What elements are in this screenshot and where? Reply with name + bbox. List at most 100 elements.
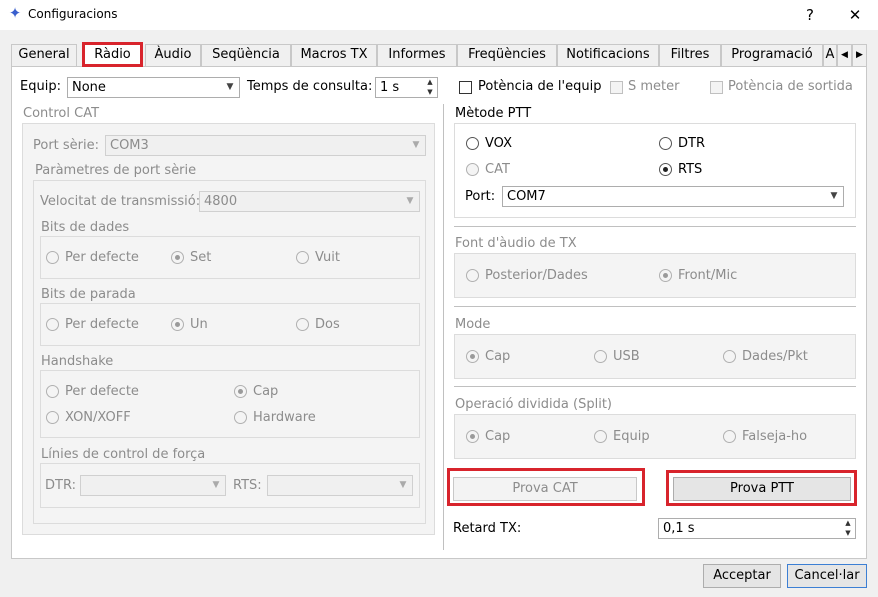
app-logo-icon: ✦ [8, 4, 22, 22]
tx-delay-spinner[interactable]: 0,1 s ▲ ▼ [658, 518, 856, 539]
equip-select[interactable]: None ▼ [67, 77, 240, 98]
poll-label: Temps de consulta: [247, 79, 373, 94]
split-rig-label: Equip [613, 429, 650, 444]
baud-select[interactable]: 4800 ▼ [199, 191, 420, 212]
stop-bits-one-radio[interactable] [171, 318, 184, 331]
separator [454, 386, 856, 387]
power-checkbox[interactable] [459, 81, 472, 94]
output-power-label: Potència de sortida [728, 79, 853, 94]
data-bits-eight-label: Vuit [315, 250, 340, 265]
tab-scroll-left-icon[interactable]: ◀ [837, 44, 852, 66]
tab-reports[interactable]: Informes [377, 44, 457, 66]
column-divider [443, 104, 444, 550]
baud-label: Velocitat de transmissió: [40, 194, 201, 209]
handshake-hardware-label: Hardware [253, 410, 316, 425]
spin-down-icon[interactable]: ▼ [841, 529, 855, 538]
ptt-vox-label: VOX [485, 136, 512, 151]
tab-filters[interactable]: Filtres [659, 44, 721, 66]
handshake-none-radio[interactable] [234, 385, 247, 398]
data-bits-eight-radio[interactable] [296, 251, 309, 264]
chevron-down-icon: ▼ [212, 480, 220, 490]
tab-audio[interactable]: Àudio [145, 44, 201, 66]
handshake-default-label: Per defecte [65, 384, 139, 399]
data-bits-title: Bits de dades [41, 220, 130, 235]
cancel-button[interactable]: Cancel·lar [787, 564, 867, 588]
mode-data-radio[interactable] [723, 350, 736, 363]
dtr-select[interactable]: ▼ [80, 475, 226, 496]
rts-label: RTS: [233, 478, 262, 493]
tab-sequence[interactable]: Seqüència [201, 44, 291, 66]
ptt-dtr-label: DTR [678, 136, 705, 151]
tab-radio[interactable]: Ràdio [82, 42, 143, 67]
split-none-radio[interactable] [466, 430, 479, 443]
split-none-label: Cap [485, 429, 511, 444]
rts-select[interactable]: ▼ [267, 475, 413, 496]
tab-notifications[interactable]: Notificacions [557, 44, 659, 66]
handshake-title: Handshake [41, 354, 114, 369]
ptt-port-select[interactable]: COM7 ▼ [502, 186, 844, 207]
tab-scheduling[interactable]: Programació [721, 44, 823, 66]
tab-macros-tx[interactable]: Macros TX [291, 44, 377, 66]
chevron-down-icon: ▼ [412, 140, 420, 150]
handshake-xonxoff-label: XON/XOFF [65, 410, 131, 425]
power-label: Potència de l'equip [478, 79, 602, 94]
split-rig-radio[interactable] [594, 430, 607, 443]
ptt-vox-radio[interactable] [466, 137, 479, 150]
tab-general[interactable]: General [11, 44, 77, 66]
data-bits-seven-radio[interactable] [171, 251, 184, 264]
handshake-default-radio[interactable] [46, 385, 59, 398]
chevron-down-icon: ▼ [226, 82, 234, 92]
split-fake-radio[interactable] [723, 430, 736, 443]
mode-usb-label: USB [613, 349, 640, 364]
audio-source-title: Font d'àudio de TX [455, 236, 577, 251]
ptt-dtr-radio[interactable] [659, 137, 672, 150]
audio-front-radio[interactable] [659, 269, 672, 282]
cat-group-title: Control CAT [23, 106, 100, 121]
poll-interval-spinner[interactable]: 1 s ▲ ▼ [375, 77, 438, 98]
stop-bits-two-radio[interactable] [296, 318, 309, 331]
stop-bits-two-label: Dos [315, 317, 340, 332]
separator [454, 226, 856, 227]
audio-rear-radio[interactable] [466, 269, 479, 282]
mode-none-radio[interactable] [466, 350, 479, 363]
stop-bits-default-label: Per defecte [65, 317, 139, 332]
title-bar [0, 0, 878, 30]
tx-delay-label: Retard TX: [453, 521, 522, 536]
ptt-cat-radio[interactable] [466, 163, 479, 176]
separator [454, 306, 856, 307]
data-bits-default-radio[interactable] [46, 251, 59, 264]
test-cat-button[interactable]: Prova CAT [453, 477, 637, 501]
chevron-down-icon: ▼ [830, 191, 838, 201]
equip-label: Equip: [20, 79, 61, 94]
spin-up-icon[interactable]: ▲ [423, 78, 437, 87]
ok-button[interactable]: Acceptar [703, 564, 781, 588]
handshake-hardware-radio[interactable] [234, 411, 247, 424]
tab-partial[interactable]: A [823, 44, 837, 66]
spin-down-icon[interactable]: ▼ [423, 88, 437, 97]
ptt-rts-radio[interactable] [659, 163, 672, 176]
tab-frequencies[interactable]: Freqüències [457, 44, 557, 66]
spin-up-icon[interactable]: ▲ [841, 519, 855, 528]
serial-port-label: Port sèrie: [33, 138, 100, 153]
smeter-checkbox[interactable] [610, 81, 623, 94]
tab-scroll-right-icon[interactable]: ▶ [852, 44, 867, 66]
serial-params-title: Paràmetres de port sèrie [35, 163, 197, 178]
handshake-none-label: Cap [253, 384, 279, 399]
audio-front-label: Front/Mic [678, 268, 738, 283]
ptt-cat-label: CAT [485, 162, 510, 177]
handshake-group [40, 370, 420, 438]
chevron-down-icon: ▼ [399, 480, 407, 490]
handshake-xonxoff-radio[interactable] [46, 411, 59, 424]
mode-usb-radio[interactable] [594, 350, 607, 363]
stop-bits-one-label: Un [190, 317, 208, 332]
mode-none-label: Cap [485, 349, 511, 364]
data-bits-default-label: Per defecte [65, 250, 139, 265]
output-power-checkbox[interactable] [710, 81, 723, 94]
stop-bits-title: Bits de parada [41, 287, 136, 302]
close-button[interactable]: ✕ [841, 4, 869, 26]
split-fake-label: Falseja-ho [742, 429, 808, 444]
help-button[interactable]: ? [796, 4, 824, 26]
stop-bits-default-radio[interactable] [46, 318, 59, 331]
serial-port-select[interactable]: COM3 ▼ [105, 135, 426, 156]
test-ptt-button[interactable]: Prova PTT [673, 477, 851, 501]
